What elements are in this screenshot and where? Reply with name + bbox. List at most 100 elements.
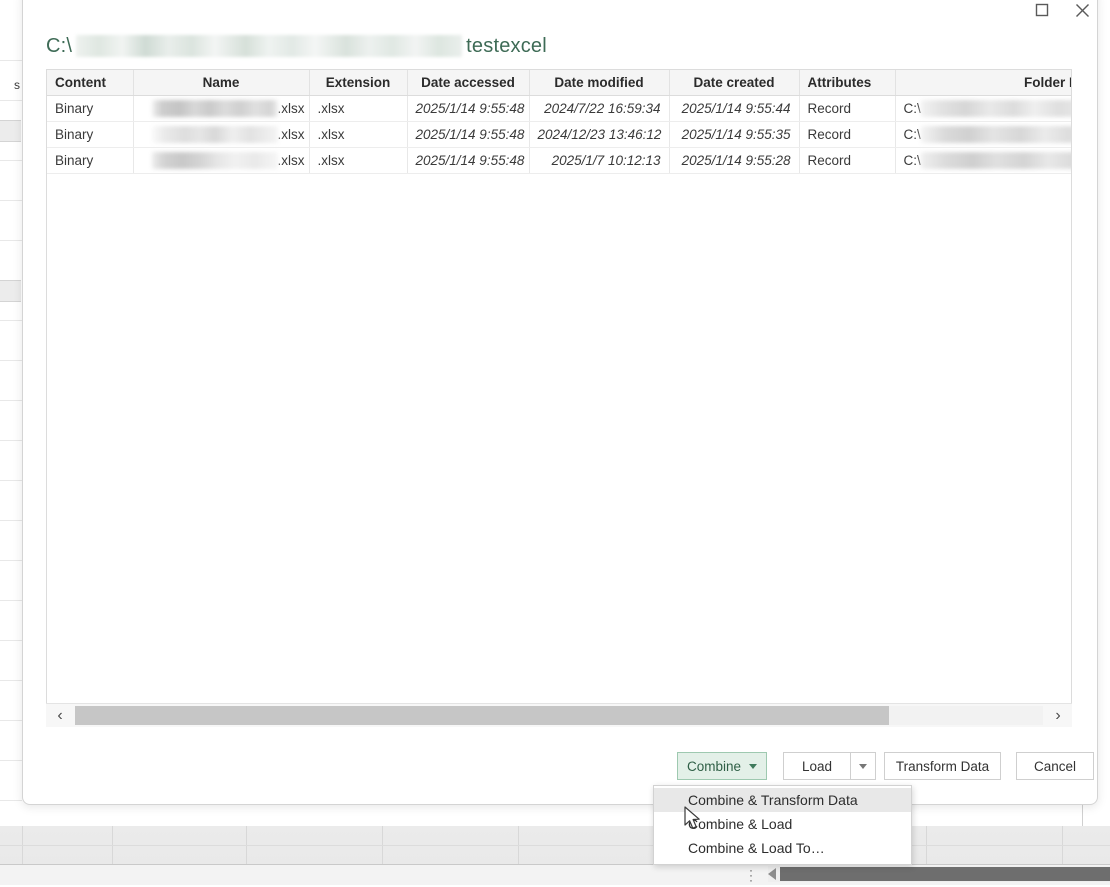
- excel-gridline: [0, 440, 22, 441]
- cell-date-created: 2025/1/14 9:55:28: [669, 147, 800, 174]
- folder-redacted-blur: [920, 126, 1071, 143]
- combine-files-dialog: C:\ testexcel Content Name Extension Dat…: [22, 0, 1098, 805]
- cell-content: Binary: [47, 121, 134, 148]
- cell-date-accessed: 2025/1/14 9:55:48: [407, 147, 530, 174]
- load-button[interactable]: Load: [783, 752, 851, 780]
- folder-path-prefix: C:\: [903, 101, 921, 116]
- cancel-button-label: Cancel: [1033, 758, 1077, 774]
- folder-redacted-blur: [920, 100, 1071, 117]
- cell-date-modified: 2024/12/23 13:46:12: [529, 121, 670, 148]
- chevron-down-icon: [749, 763, 758, 769]
- scroll-left-icon[interactable]: ‹: [46, 704, 74, 727]
- close-button[interactable]: [1065, 0, 1099, 25]
- cell-content: Binary: [47, 147, 134, 174]
- cancel-button[interactable]: Cancel: [1016, 752, 1094, 780]
- cell-date-created: 2025/1/14 9:55:35: [669, 121, 800, 148]
- combine-dropdown-menu: Combine & Transform Data Combine & Load …: [653, 785, 912, 865]
- combine-button[interactable]: Combine: [677, 752, 767, 780]
- load-dropdown-button[interactable]: [850, 752, 876, 780]
- excel-gridline: [0, 160, 22, 161]
- cell-attributes: Record: [799, 121, 896, 148]
- excel-gridline: [0, 400, 22, 401]
- excel-row-header-label: s: [14, 78, 20, 92]
- excel-gridline: [0, 200, 22, 201]
- excel-gridline: [0, 845, 1110, 846]
- folder-path-prefix: C:\: [903, 153, 921, 168]
- excel-row-header-strip: s: [0, 0, 22, 884]
- cell-folder-path: C:\: [895, 95, 1071, 122]
- scroll-right-icon[interactable]: ›: [1044, 704, 1072, 727]
- path-prefix: C:\: [46, 34, 73, 57]
- excel-gridline: [0, 720, 22, 721]
- column-header-date-accessed[interactable]: Date accessed: [407, 70, 530, 96]
- cell-extension: .xlsx: [309, 121, 408, 148]
- maximize-button[interactable]: [1025, 0, 1059, 25]
- folder-path-header: C:\ testexcel: [46, 29, 547, 63]
- cell-extension: .xlsx: [309, 95, 408, 122]
- excel-gridline: [0, 360, 22, 361]
- table-header-row: Content Name Extension Date accessed Dat…: [47, 70, 1071, 96]
- cell-folder-path: C:\: [895, 147, 1071, 174]
- combine-button-label: Combine: [686, 758, 742, 774]
- excel-gridline: [0, 320, 22, 321]
- name-extension: .xlsx: [277, 127, 305, 142]
- table-row[interactable]: Binary .xlsx .xlsx 2025/1/14 9:55:48 202…: [47, 121, 1071, 148]
- column-header-attributes[interactable]: Attributes: [799, 70, 896, 96]
- table-row[interactable]: Binary .xlsx .xlsx 2025/1/14 9:55:48 202…: [47, 95, 1071, 122]
- cell-name: .xlsx: [133, 95, 310, 122]
- column-header-folder-path[interactable]: Folder Pa: [895, 70, 1071, 96]
- excel-gridline: [0, 100, 22, 101]
- menu-item-combine-load[interactable]: Combine & Load: [654, 812, 911, 836]
- cell-date-created: 2025/1/14 9:55:44: [669, 95, 800, 122]
- chevron-down-icon: [859, 763, 867, 769]
- preview-horizontal-scrollbar[interactable]: ‹ ›: [46, 703, 1072, 727]
- excel-row-selected: [0, 120, 21, 142]
- transform-data-button[interactable]: Transform Data: [884, 752, 1001, 780]
- excel-gridline: [0, 680, 22, 681]
- load-button-label: Load: [801, 758, 833, 774]
- path-folder-name: testexcel: [466, 34, 547, 57]
- excel-gridline: [0, 640, 22, 641]
- cell-name: .xlsx: [133, 121, 310, 148]
- excel-gridline: [0, 760, 22, 761]
- folder-redacted-blur: [920, 152, 1071, 169]
- name-redacted-blur: [151, 100, 278, 117]
- name-extension: .xlsx: [277, 153, 305, 168]
- excel-scroll-left-icon[interactable]: [768, 868, 776, 880]
- excel-gridline: [0, 800, 22, 801]
- menu-item-combine-load-to[interactable]: Combine & Load To…: [654, 836, 911, 860]
- cell-folder-path: C:\: [895, 121, 1071, 148]
- cell-date-accessed: 2025/1/14 9:55:48: [407, 95, 530, 122]
- column-header-name[interactable]: Name: [133, 70, 310, 96]
- menu-item-combine-transform-data[interactable]: Combine & Transform Data: [654, 788, 911, 812]
- table-row[interactable]: Binary .xlsx .xlsx 2025/1/14 9:55:48 202…: [47, 147, 1071, 174]
- excel-gridline: [0, 520, 22, 521]
- excel-horizontal-scrollbar-thumb[interactable]: [780, 867, 1110, 881]
- cell-date-accessed: 2025/1/14 9:55:48: [407, 121, 530, 148]
- column-header-content[interactable]: Content: [47, 70, 134, 96]
- column-header-date-created[interactable]: Date created: [669, 70, 800, 96]
- transform-data-button-label: Transform Data: [895, 758, 990, 774]
- name-extension: .xlsx: [277, 101, 305, 116]
- scrollbar-thumb[interactable]: [75, 706, 889, 725]
- cell-name: .xlsx: [133, 147, 310, 174]
- excel-gridline: [0, 480, 22, 481]
- file-preview-table: Content Name Extension Date accessed Dat…: [47, 70, 1071, 174]
- excel-gridline: [0, 60, 22, 61]
- excel-gridline: [0, 600, 22, 601]
- column-header-extension[interactable]: Extension: [309, 70, 408, 96]
- cell-content: Binary: [47, 95, 134, 122]
- excel-gridline: [0, 560, 22, 561]
- cell-attributes: Record: [799, 95, 896, 122]
- path-redacted-blur: [76, 35, 463, 57]
- cell-date-modified: 2025/1/7 10:12:13: [529, 147, 670, 174]
- cell-extension: .xlsx: [309, 147, 408, 174]
- name-redacted-blur: [151, 126, 278, 143]
- column-header-date-modified[interactable]: Date modified: [529, 70, 670, 96]
- excel-resize-grip-icon: · · ·: [749, 863, 753, 887]
- cell-attributes: Record: [799, 147, 896, 174]
- folder-path-prefix: C:\: [903, 127, 921, 142]
- excel-row-selected: [0, 280, 21, 302]
- name-redacted-blur: [151, 152, 278, 169]
- cell-date-modified: 2024/7/22 16:59:34: [529, 95, 670, 122]
